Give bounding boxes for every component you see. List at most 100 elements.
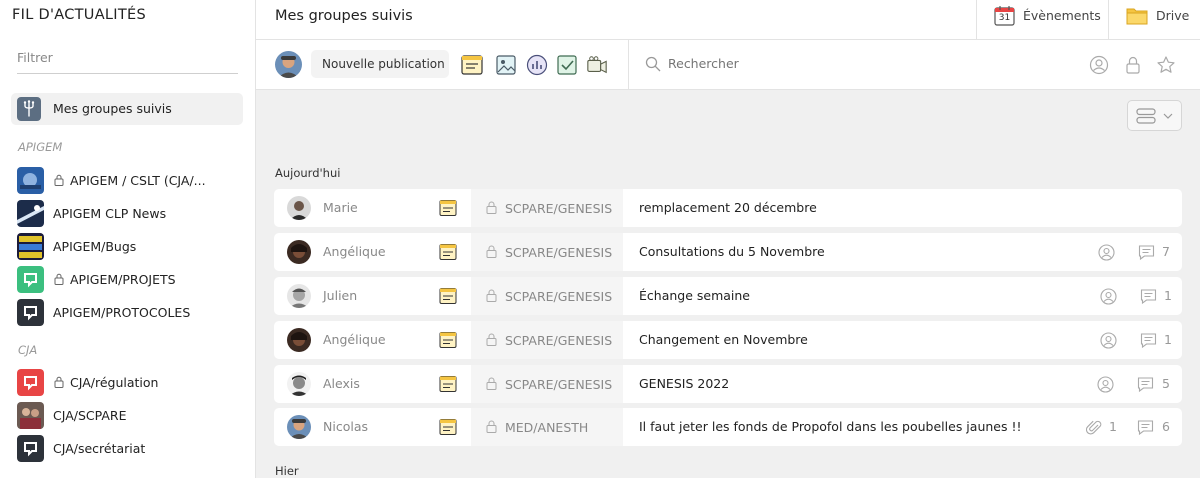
table-row[interactable]: Marie SCPARE/GENESIS remplacement 20 déc… [274,189,1182,227]
sidebar-item-label: Mes groupes suivis [53,101,172,116]
lock-icon [486,245,497,258]
comment-icon [1137,377,1154,393]
post-title[interactable]: Consultations du 5 Novembre [639,244,825,259]
note-icon [439,419,457,435]
sidebar-item-label: CJA/SCPARE [53,408,127,423]
video-icon[interactable] [586,54,608,76]
note-icon[interactable] [461,54,483,76]
participants-icon [1100,288,1117,305]
lock-icon [54,273,64,285]
calendar-day: 31 [998,13,1011,23]
events-button[interactable]: 31 Évènements [976,0,1101,40]
group-chat-icon [17,435,44,462]
sidebar-item-cja-regulation[interactable]: CJA/régulation [17,369,247,396]
group-cell: SCPARE/GENESIS [471,365,623,403]
sidebar-item-followed-groups[interactable]: Mes groupes suivis [11,93,243,125]
sidebar-item-label: CJA/secrétariat [53,441,146,456]
header: Mes groupes suivis 31 Évènements Drive [256,0,1200,40]
post-author: Nicolas [323,419,368,434]
lock-filter-icon[interactable] [1123,55,1143,75]
note-icon [439,376,457,392]
group-cell: SCPARE/GENESIS [471,321,623,359]
sidebar-item-label: CJA/régulation [70,375,159,390]
comment-count: 7 [1162,244,1170,259]
avatar [287,284,311,308]
chevron-down-icon [1163,113,1173,119]
lock-icon [486,420,497,433]
lock-icon [54,376,64,388]
group-chat-icon [17,266,44,293]
filter-input[interactable]: Filtrer [17,44,238,74]
table-row[interactable]: Angélique SCPARE/GENESIS Changement en N… [274,321,1182,359]
branch-icon [17,97,41,121]
sidebar-item-apigem-projets[interactable]: APIGEM/PROJETS [17,266,247,293]
user-filter-icon[interactable] [1089,55,1109,75]
folder-icon [1126,8,1148,25]
sidebar-item-cja-scpare[interactable]: CJA/SCPARE [17,402,247,429]
avatar [287,240,311,264]
sidebar-item-label: APIGEM / CSLT (CJA/... [70,173,206,188]
table-row[interactable]: Nicolas MED/ANESTH Il faut jeter les fon… [274,408,1182,446]
table-row[interactable]: Angélique SCPARE/GENESIS Consultations d… [274,233,1182,271]
task-icon[interactable] [556,54,578,76]
search-input[interactable] [668,56,968,71]
post-group: SCPARE/GENESIS [505,201,613,216]
comment-icon [1137,420,1154,436]
post-title[interactable]: GENESIS 2022 [639,376,729,391]
poll-icon[interactable] [526,54,548,76]
post-group: SCPARE/GENESIS [505,333,613,348]
sidebar-item-apigem-protocoles[interactable]: APIGEM/PROTOCOLES [17,299,247,326]
star-icon[interactable] [1156,55,1176,75]
note-icon [439,288,457,304]
new-post-button[interactable]: Nouvelle publication [311,50,449,78]
sidebar-item-cja-secretariat[interactable]: CJA/secrétariat [17,435,247,462]
lock-icon [486,333,497,346]
lock-icon [54,174,64,186]
group-chat-icon [17,369,44,396]
comment-icon [1140,289,1157,305]
user-avatar[interactable] [275,51,302,78]
avatar [287,372,311,396]
post-author: Angélique [323,332,386,347]
sidebar-item-label: APIGEM/PROJETS [70,272,176,287]
post-group: SCPARE/GENESIS [505,377,613,392]
group-thumbnail [17,233,44,260]
sidebar-item-apigem-clp-news[interactable]: APIGEM CLP News [17,200,247,227]
comment-icon [1138,245,1155,261]
view-toggle-button[interactable] [1127,100,1182,131]
post-title[interactable]: Changement en Novembre [639,332,808,347]
table-row[interactable]: Alexis SCPARE/GENESIS GENESIS 2022 5 [274,365,1182,403]
day-label-yesterday: Hier [275,464,299,478]
sidebar-item-label: APIGEM/Bugs [53,239,137,254]
post-title[interactable]: Échange semaine [639,288,750,303]
note-icon [439,244,457,260]
note-icon [439,332,457,348]
post-group: MED/ANESTH [505,420,589,435]
sidebar-item-apigem-bugs[interactable]: APIGEM/Bugs [17,233,247,260]
list-view-icon [1136,108,1156,124]
participants-icon [1100,332,1117,349]
post-title[interactable]: Il faut jeter les fonds de Propofol dans… [639,419,1021,434]
participants-icon [1098,244,1115,261]
table-row[interactable]: Julien SCPARE/GENESIS Échange semaine 1 [274,277,1182,315]
sidebar-item-apigem-cslt[interactable]: APIGEM / CSLT (CJA/... [17,167,247,194]
group-chat-icon [17,299,44,326]
post-title[interactable]: remplacement 20 décembre [639,200,817,215]
image-icon[interactable] [495,54,517,76]
search-icon [645,56,661,72]
post-author: Marie [323,200,358,215]
lock-icon [486,377,497,390]
drive-label: Drive [1156,8,1190,23]
comment-icon [1140,333,1157,349]
lock-icon [486,201,497,214]
comment-count: 6 [1162,419,1170,434]
group-thumbnail [17,402,44,429]
drive-button[interactable]: Drive [1108,0,1200,40]
avatar [287,415,311,439]
sidebar-item-label: APIGEM CLP News [53,206,167,221]
post-author: Julien [323,288,358,303]
day-label-today: Aujourd'hui [275,166,341,180]
group-cell: SCPARE/GENESIS [471,189,623,227]
comment-count: 5 [1162,376,1170,391]
comment-count: 1 [1164,332,1172,347]
